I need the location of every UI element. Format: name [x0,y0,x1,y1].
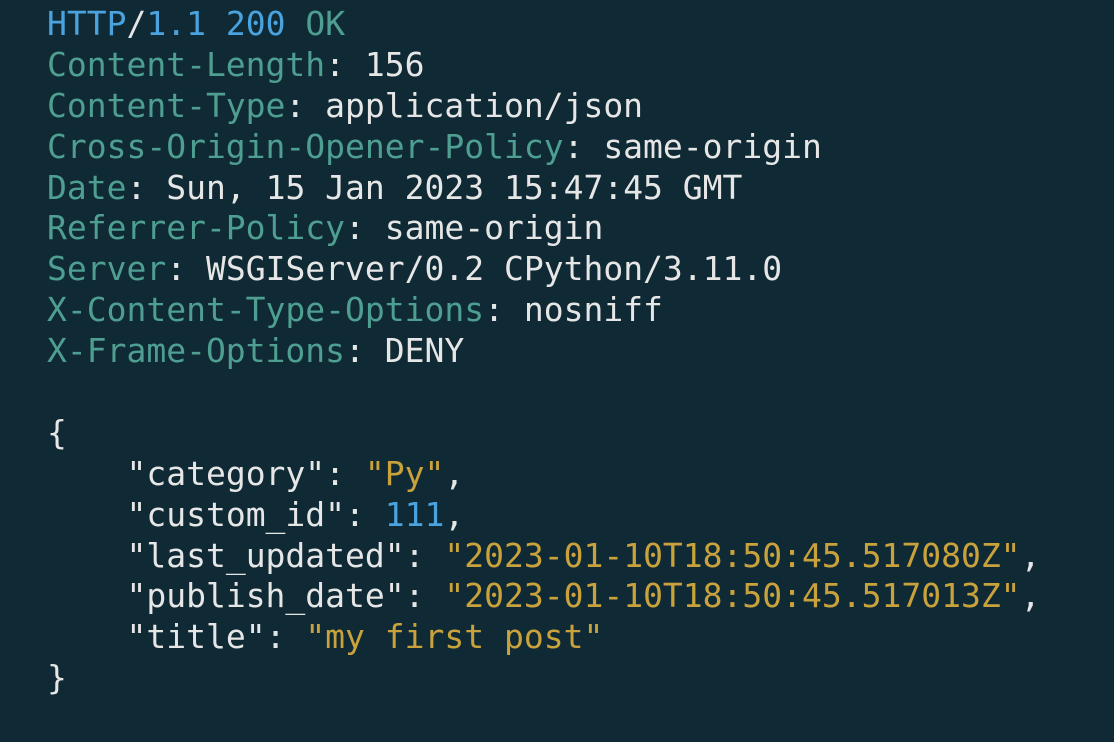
header-name: Content-Type [47,85,286,125]
json-key: "publish_date" [126,576,405,616]
header-value: same-origin [603,126,822,166]
header-line: X-Content-Type-Options: nosniff [47,290,663,330]
json-value: "my first post" [305,617,604,657]
json-open-brace: { [47,412,67,452]
header-value: DENY [384,331,465,371]
header-line: Content-Type: application/json [47,85,644,125]
header-name: Content-Length [47,44,326,84]
status-reason: OK [305,4,346,43]
json-key: "title" [126,617,266,657]
header-line: Content-Length: 156 [47,44,425,84]
header-name: X-Content-Type-Options [47,290,485,330]
header-value: 156 [364,44,425,84]
header-line: Date: Sun, 15 Jan 2023 15:47:45 GMT [47,167,743,207]
header-value: Sun, 15 Jan 2023 15:47:45 GMT [166,167,743,207]
json-key: "custom_id" [126,494,346,534]
protocol-slash: / [126,4,147,43]
status-line: HTTP/1.1 200 OK [47,4,1114,45]
json-field: "title": "my first post" [126,617,604,657]
json-value: "2023-01-10T18:50:45.517013Z" [444,576,1021,616]
json-field: "category": "Py", [126,453,465,493]
header-line: Server: WSGIServer/0.2 CPython/3.11.0 [47,249,783,289]
header-line: Cross-Origin-Opener-Policy: same-origin [47,126,822,166]
json-key: "category" [126,453,326,493]
json-value: "Py" [364,453,445,493]
header-value: application/json [325,85,644,125]
http-version: 1.1 [146,4,206,43]
header-name: Server [47,249,167,289]
json-field: "last_updated": "2023-01-10T18:50:45.517… [126,535,1041,575]
header-value: WSGIServer/0.2 CPython/3.11.0 [205,249,783,289]
json-value: "2023-01-10T18:50:45.517080Z" [444,535,1021,575]
header-name: Referrer-Policy [47,208,346,248]
json-key: "last_updated" [126,535,405,575]
header-value: nosniff [523,290,663,330]
terminal-window: HTTP/1.1 200 OK Content-Length: 156 Cont… [0,0,1114,742]
header-name: Date [47,167,127,207]
status-code: 200 [225,4,286,43]
json-field: "custom_id": 111, [126,494,465,534]
json-field: "publish_date": "2023-01-10T18:50:45.517… [126,576,1041,616]
protocol-text: HTTP [47,4,127,43]
header-name: Cross-Origin-Opener-Policy [47,126,564,166]
header-value: same-origin [384,208,604,248]
json-close-brace: } [47,658,67,698]
json-value: 111 [384,494,445,534]
header-line: X-Frame-Options: DENY [47,331,465,371]
header-line: Referrer-Policy: same-origin [47,208,604,248]
header-name: X-Frame-Options [47,331,346,371]
